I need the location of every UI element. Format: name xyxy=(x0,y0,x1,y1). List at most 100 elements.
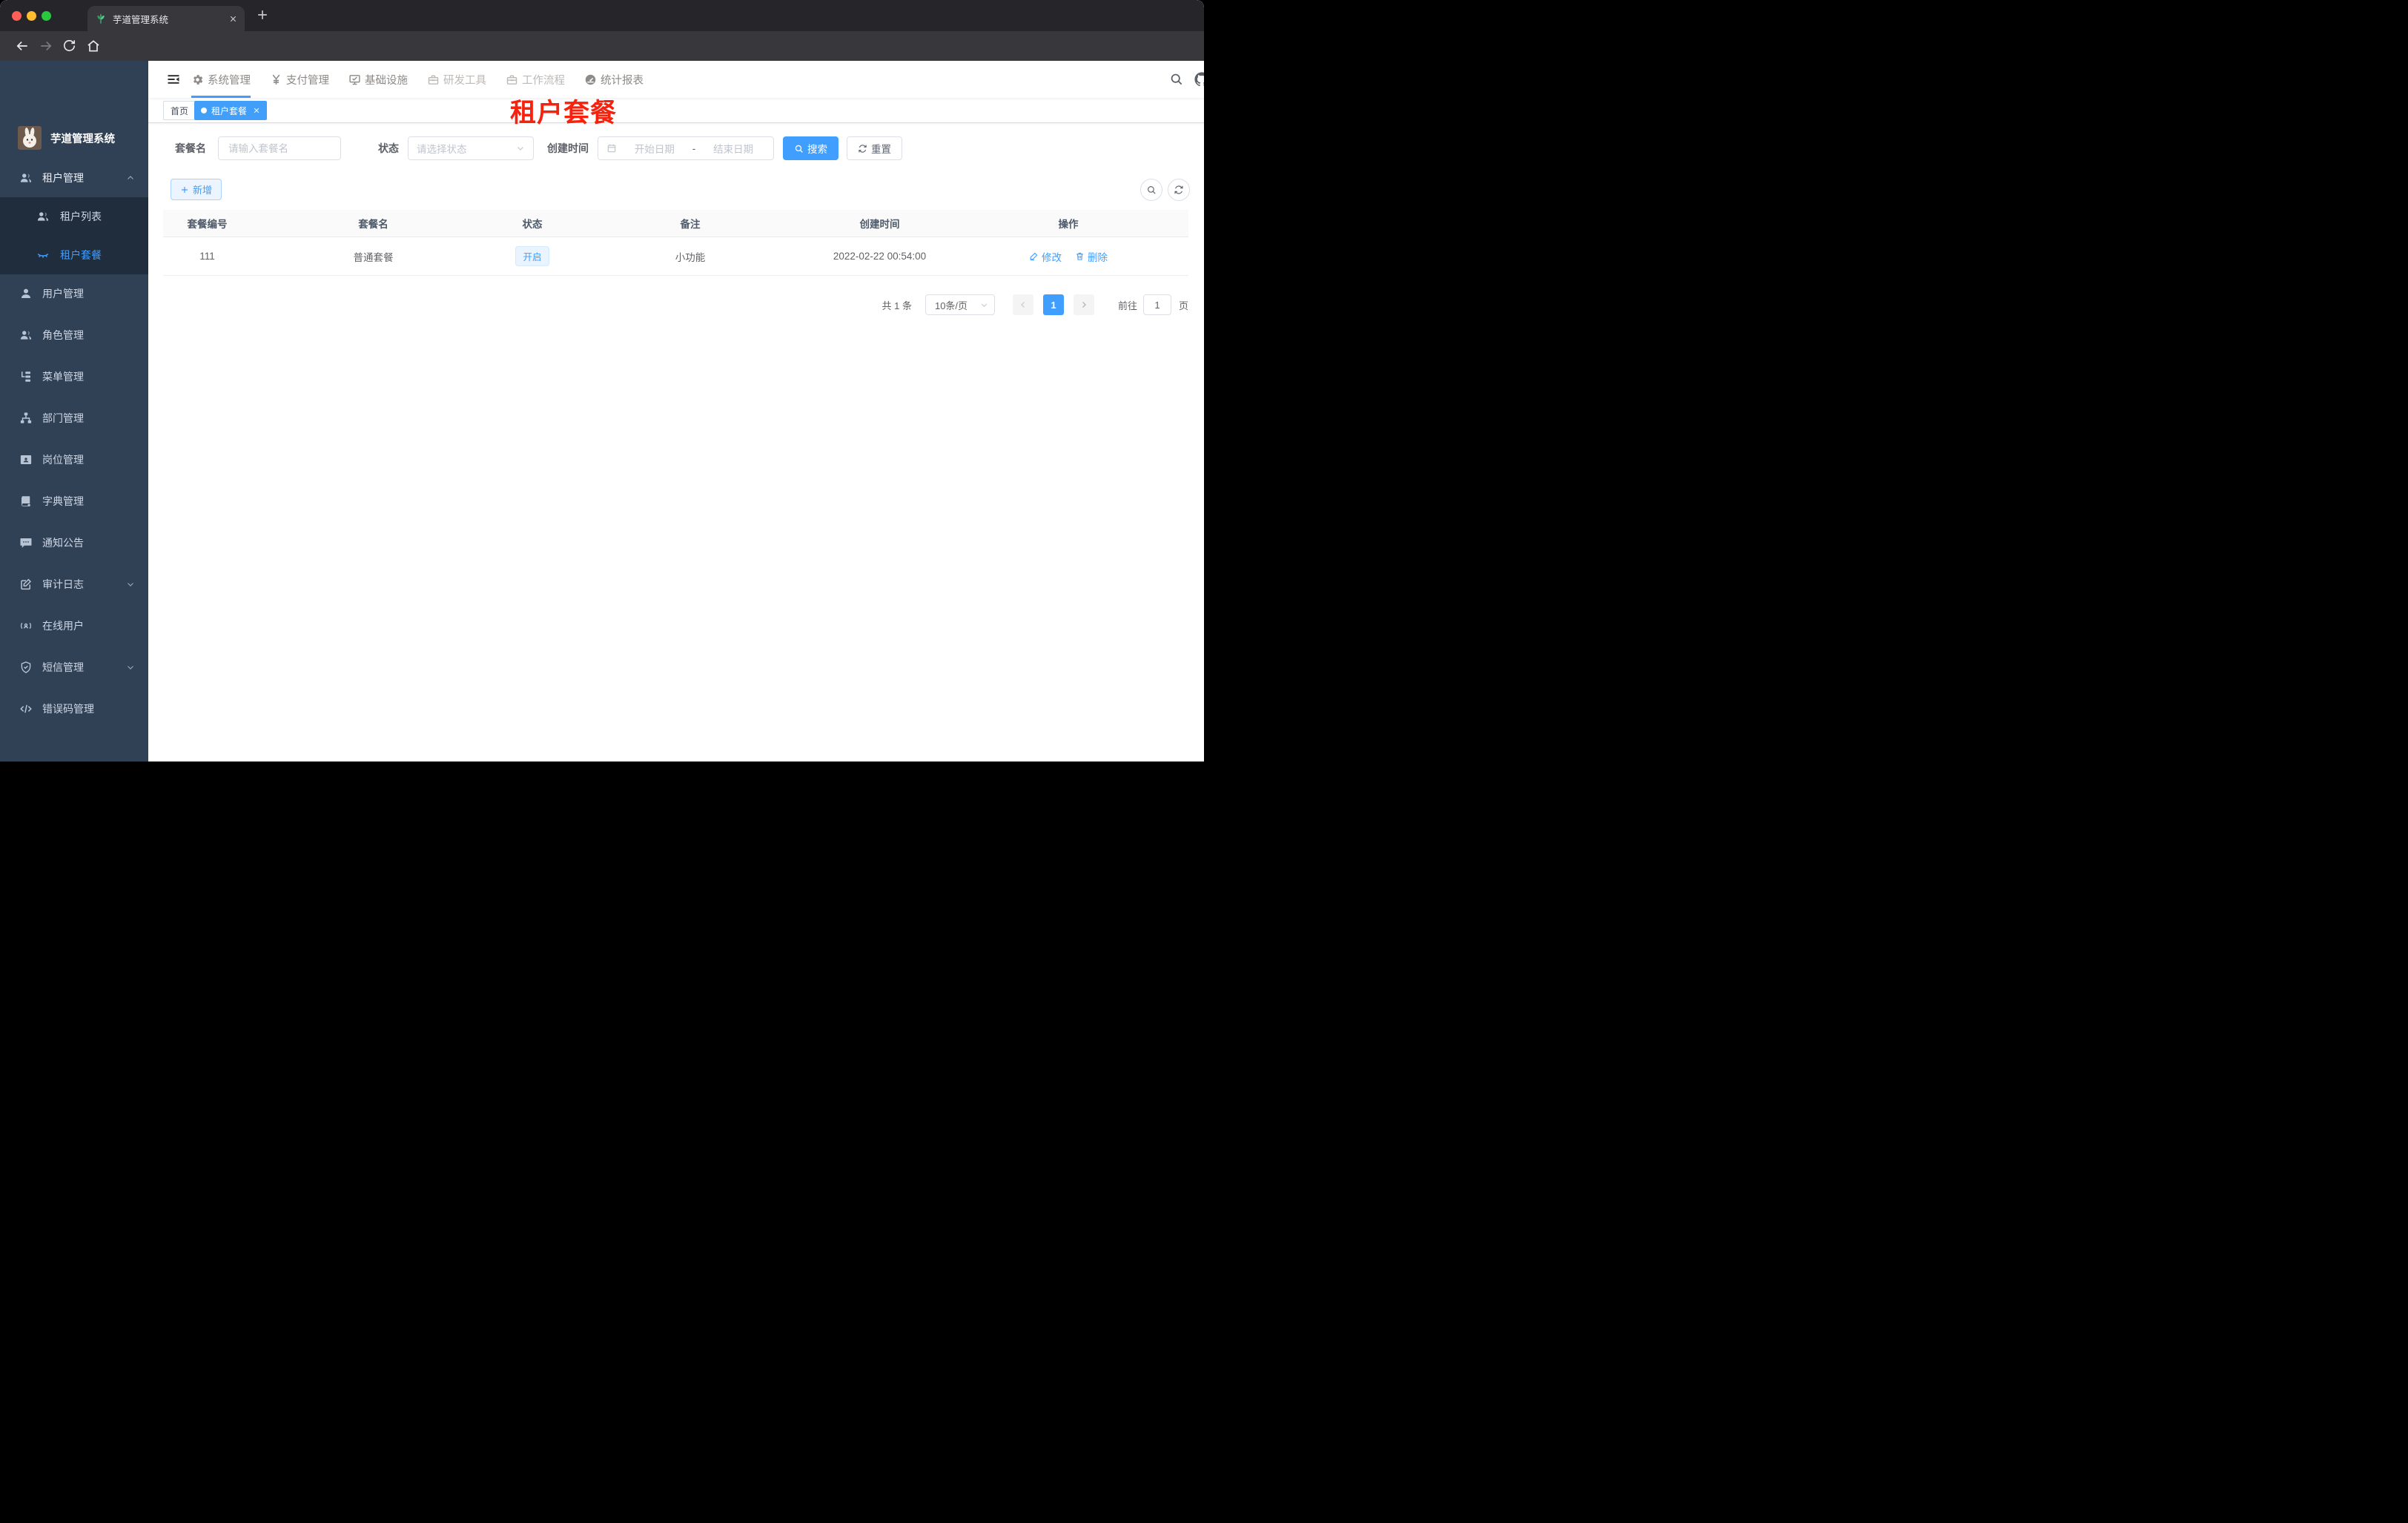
tenant-submenu: 租户列表 租户套餐 xyxy=(0,197,148,274)
sidebar-item-notices[interactable]: 通知公告 xyxy=(0,523,148,562)
sidebar-item-label: 租户管理 xyxy=(42,172,84,184)
people-icon xyxy=(19,328,33,342)
next-page-button[interactable] xyxy=(1073,294,1094,315)
nav-item-payment[interactable]: 支付管理 xyxy=(270,61,329,98)
cell-package-name: 普通套餐 xyxy=(353,251,394,263)
sidebar-item-label: 菜单管理 xyxy=(42,371,84,383)
home-button[interactable] xyxy=(86,39,101,53)
cell-actions: 修改 删除 xyxy=(948,237,1188,275)
header-status: 状态 xyxy=(522,219,543,230)
delete-link[interactable]: 删除 xyxy=(1075,249,1108,264)
nav-item-infrastructure[interactable]: 基础设施 xyxy=(348,61,408,98)
cell-created: 2022-02-22 00:54:00 xyxy=(833,251,927,262)
sidebar-item-users[interactable]: 用户管理 xyxy=(0,274,148,313)
page-size-select[interactable]: 10条/页 xyxy=(924,294,995,315)
logo-rabbit-avatar xyxy=(18,126,42,150)
page-annotation: 租户套餐 xyxy=(510,99,618,128)
sidebar-item-error-codes[interactable]: 错误码管理 xyxy=(0,690,148,728)
app-title: 芋道管理系统 xyxy=(50,133,115,145)
sidebar-item-label: 字典管理 xyxy=(42,495,84,507)
status-select[interactable]: 请选择状态 xyxy=(408,136,534,160)
sidebar-item-audit-log[interactable]: 审计日志 xyxy=(0,565,148,604)
sidebar-item-label: 租户列表 xyxy=(60,211,102,222)
sidebar-item-posts[interactable]: 岗位管理 xyxy=(0,440,148,479)
tab-close-icon[interactable] xyxy=(229,15,237,23)
reset-button-label: 重置 xyxy=(871,144,891,155)
new-tab-button[interactable] xyxy=(255,7,270,22)
table-row: 111 普通套餐 开启 小功能 2022-02-22 00:54:00 修改 删… xyxy=(163,237,1188,276)
nav-item-label: 支付管理 xyxy=(286,74,329,87)
end-date-placeholder[interactable]: 结束日期 xyxy=(701,141,765,156)
package-name-input[interactable] xyxy=(218,136,341,160)
collapse-sidebar-icon[interactable] xyxy=(166,72,181,87)
edit-log-icon xyxy=(19,578,33,591)
nav-item-dev-tools[interactable]: 研发工具 xyxy=(427,61,486,98)
gear-icon xyxy=(191,73,204,86)
search-button[interactable]: 搜索 xyxy=(783,136,838,160)
chat-bubble-icon xyxy=(19,536,33,549)
sidebar: 芋道管理系统 租户管理 租户列表 租户套餐 用户管理 角色管理 菜单管理 部门管… xyxy=(0,61,148,762)
window-close-button[interactable] xyxy=(12,11,22,21)
header-created: 创建时间 xyxy=(859,219,900,230)
sidebar-item-roles[interactable]: 角色管理 xyxy=(0,316,148,354)
sidebar-item-tenant-list[interactable]: 租户列表 xyxy=(0,197,148,236)
sidebar-item-dictionary[interactable]: 字典管理 xyxy=(0,482,148,521)
search-button-label: 搜索 xyxy=(807,144,827,155)
prev-page-button[interactable] xyxy=(1012,294,1033,315)
shield-check-icon xyxy=(19,661,33,674)
github-icon[interactable] xyxy=(1194,72,1204,87)
package-table: 套餐编号 套餐名 状态 备注 创建时间 操作 111 普通套餐 开启 小功能 2… xyxy=(163,210,1188,276)
goto-page-input[interactable] xyxy=(1142,294,1171,315)
people-icon xyxy=(36,210,50,223)
goto-unit: 页 xyxy=(1178,300,1188,311)
app-logo[interactable]: 芋道管理系统 xyxy=(18,126,115,150)
main-content: 套餐名 状态 请选择状态 创建时间 开始日期 - 结束日期 xyxy=(148,123,1204,762)
forward-button[interactable] xyxy=(39,39,53,53)
package-name-label: 套餐名 xyxy=(175,142,206,154)
reload-button[interactable] xyxy=(62,39,76,53)
user-icon xyxy=(19,287,33,300)
nav-item-system[interactable]: 系统管理 xyxy=(191,61,251,98)
delete-link-label: 删除 xyxy=(1088,251,1108,263)
sidebar-item-tenant-group[interactable]: 租户管理 xyxy=(0,159,148,197)
page-1-button[interactable]: 1 xyxy=(1042,294,1064,315)
sidebar-item-online-users[interactable]: 在线用户 xyxy=(0,607,148,645)
back-button[interactable] xyxy=(15,39,30,53)
sidebar-item-menus[interactable]: 菜单管理 xyxy=(0,357,148,396)
create-time-label: 创建时间 xyxy=(547,142,589,154)
add-button[interactable]: 新增 xyxy=(171,179,222,200)
start-date-placeholder[interactable]: 开始日期 xyxy=(623,141,687,156)
toggle-search-button[interactable] xyxy=(1140,179,1162,201)
tags-bar: 首页 租户套餐 xyxy=(148,98,1204,123)
page-size-label: 10条/页 xyxy=(934,300,968,311)
sidebar-item-label: 通知公告 xyxy=(42,537,84,549)
sidebar-item-departments[interactable]: 部门管理 xyxy=(0,399,148,437)
window-minimize-button[interactable] xyxy=(27,11,36,21)
tag-home[interactable]: 首页 xyxy=(163,101,196,120)
tag-home-label: 首页 xyxy=(171,105,189,116)
status-label: 状态 xyxy=(378,142,399,154)
refresh-table-button[interactable] xyxy=(1168,179,1190,201)
edit-link[interactable]: 修改 xyxy=(1029,249,1062,264)
sidebar-item-tenant-package[interactable]: 租户套餐 xyxy=(0,236,148,274)
sidebar-item-sms[interactable]: 短信管理 xyxy=(0,648,148,687)
tag-close-icon[interactable] xyxy=(253,107,260,114)
browser-tab[interactable]: 芋道管理系统 xyxy=(87,6,245,31)
search-icon[interactable] xyxy=(1169,72,1183,86)
date-range-picker[interactable]: 开始日期 - 结束日期 xyxy=(598,136,774,160)
cell-remark: 小功能 xyxy=(675,251,706,263)
badge-icon xyxy=(19,453,33,466)
lashes-icon xyxy=(36,248,50,262)
sidebar-item-label: 岗位管理 xyxy=(42,454,84,466)
table-header-row: 套餐编号 套餐名 状态 备注 创建时间 操作 xyxy=(163,210,1188,237)
window-zoom-button[interactable] xyxy=(42,11,51,21)
nav-item-label: 统计报表 xyxy=(601,74,644,87)
sidebar-item-label: 用户管理 xyxy=(42,288,84,300)
header-package-id: 套餐编号 xyxy=(187,219,228,230)
reset-button[interactable]: 重置 xyxy=(847,136,902,160)
active-dot xyxy=(201,108,207,113)
package-name-field[interactable] xyxy=(227,142,332,155)
trash-icon xyxy=(1075,251,1085,261)
tag-tenant-package[interactable]: 租户套餐 xyxy=(194,101,268,120)
cell-package-id: 111 xyxy=(199,251,215,262)
